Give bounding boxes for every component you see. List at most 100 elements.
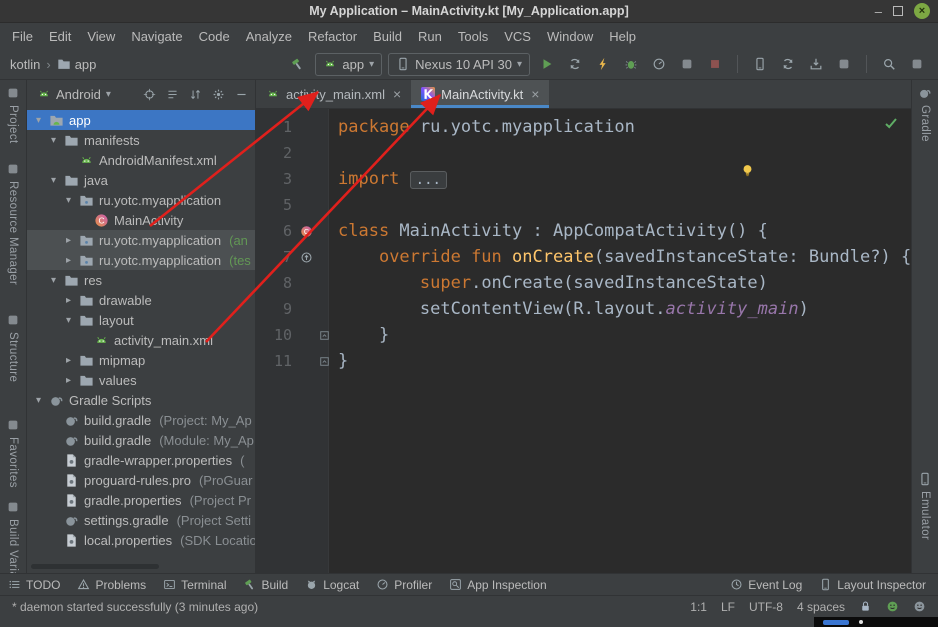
tree-item-mainactivity[interactable]: CMainActivity: [27, 210, 255, 230]
menu-code[interactable]: Code: [191, 23, 238, 49]
stripe-structure[interactable]: Structure: [6, 313, 20, 382]
layout-validation-icon[interactable]: [833, 53, 855, 75]
chevron-down-icon[interactable]: ▾: [63, 315, 74, 326]
code-editor[interactable]: 1package ru.yotc.myapplication23import .…: [256, 109, 911, 573]
tool-window-button-app-inspection[interactable]: App Inspection: [449, 578, 546, 592]
tree-item-ru-yotc-myapplication[interactable]: ▾ru.yotc.myapplication: [27, 190, 255, 210]
breadcrumb-item-kotlin[interactable]: kotlin: [10, 57, 40, 72]
chevron-right-icon[interactable]: ▸: [63, 255, 74, 266]
tool-window-button-logcat[interactable]: Logcat: [305, 578, 359, 592]
chevron-right-icon[interactable]: ▸: [63, 355, 74, 366]
folded-imports-region[interactable]: ...: [410, 171, 447, 189]
settings-gear-icon[interactable]: [210, 86, 226, 102]
code-line-8[interactable]: 8 super.onCreate(savedInstanceState): [256, 270, 911, 296]
code-line-6[interactable]: 6Cclass MainActivity : AppCompatActivity…: [256, 218, 911, 244]
stripe-emulator[interactable]: Emulator: [918, 472, 932, 540]
tool-window-button-todo[interactable]: TODO: [8, 578, 60, 592]
tree-item-manifests[interactable]: ▾manifests: [27, 130, 255, 150]
tool-window-button-layout-inspector[interactable]: Layout Inspector: [819, 578, 926, 592]
tool-window-button-build[interactable]: Build: [244, 578, 289, 592]
maximize-button[interactable]: [893, 6, 903, 16]
locate-file-icon[interactable]: [141, 86, 157, 102]
tool-window-button-terminal[interactable]: Terminal: [163, 578, 226, 592]
chevron-down-icon[interactable]: ▾: [48, 275, 59, 286]
code-line-7[interactable]: 7 override fun onCreate(savedInstanceSta…: [256, 244, 911, 270]
apply-changes-icon[interactable]: [564, 53, 586, 75]
tree-item-build-gradle[interactable]: build.gradle(Project: My_Ap: [27, 410, 255, 430]
tree-item-gradle-properties[interactable]: gradle.properties(Project Pr: [27, 490, 255, 510]
inspections-ok-icon[interactable]: [883, 115, 899, 131]
tool-window-button-profiler[interactable]: Profiler: [376, 578, 432, 592]
stripe-resource-manager[interactable]: Resource Manager: [6, 162, 20, 285]
tab-activity-main-xml[interactable]: activity_main.xml×: [256, 80, 411, 108]
tree-item-java[interactable]: ▾java: [27, 170, 255, 190]
apply-code-changes-icon[interactable]: [592, 53, 614, 75]
profiler-icon[interactable]: [648, 53, 670, 75]
run-config-select[interactable]: app▾: [315, 53, 382, 76]
collapse-all-icon[interactable]: [164, 86, 180, 102]
line-separator[interactable]: LF: [721, 600, 735, 614]
device-select[interactable]: Nexus 10 API 30▾: [388, 53, 530, 76]
tree-item-local-properties[interactable]: local.properties(SDK Locatio: [27, 530, 255, 550]
code-line-10[interactable]: 10 }: [256, 322, 911, 348]
chevron-down-icon[interactable]: ▾: [33, 395, 44, 406]
gradle-sync-icon[interactable]: [777, 53, 799, 75]
search-everywhere-icon[interactable]: [878, 53, 900, 75]
stop-icon[interactable]: [704, 53, 726, 75]
close-tab-icon[interactable]: ×: [393, 87, 401, 101]
run-icon[interactable]: [536, 53, 558, 75]
tree-item-app[interactable]: ▾app: [27, 110, 255, 130]
tree-item-res[interactable]: ▾res: [27, 270, 255, 290]
notifications-icon[interactable]: [906, 53, 928, 75]
tree-item-activity-main-xml[interactable]: activity_main.xml: [27, 330, 255, 350]
menu-build[interactable]: Build: [365, 23, 410, 49]
menu-vcs[interactable]: VCS: [496, 23, 539, 49]
chevron-down-icon[interactable]: ▾: [48, 135, 59, 146]
stripe-project[interactable]: Project: [6, 86, 20, 144]
chevron-down-icon[interactable]: ▾: [48, 175, 59, 186]
menu-run[interactable]: Run: [410, 23, 450, 49]
gray-smiley-icon[interactable]: [913, 600, 926, 613]
hide-panel-icon[interactable]: [233, 86, 249, 102]
code-line-2[interactable]: 2: [256, 140, 911, 166]
tree-item-build-gradle[interactable]: build.gradle(Module: My_Ap: [27, 430, 255, 450]
caret-position[interactable]: 1:1: [690, 600, 707, 614]
override-gutter-icon[interactable]: [300, 251, 313, 264]
class-gutter-icon[interactable]: C: [300, 225, 313, 238]
sort-icon[interactable]: [187, 86, 203, 102]
tree-item-ru-yotc-myapplication[interactable]: ▸ru.yotc.myapplication(an: [27, 230, 255, 250]
attach-debugger-icon[interactable]: [676, 53, 698, 75]
project-view-selector[interactable]: Android ▾: [33, 85, 115, 104]
chevron-right-icon[interactable]: ▸: [63, 235, 74, 246]
project-horizontal-scrollbar[interactable]: [31, 564, 159, 569]
tree-item-settings-gradle[interactable]: settings.gradle(Project Setti: [27, 510, 255, 530]
stripe-gradle[interactable]: Gradle: [918, 86, 932, 142]
stripe-favorites[interactable]: Favorites: [6, 418, 20, 488]
minimize-button[interactable]: –: [875, 5, 882, 18]
close-button[interactable]: ×: [914, 3, 930, 19]
debug-icon[interactable]: [620, 53, 642, 75]
close-tab-icon[interactable]: ×: [531, 87, 539, 101]
tree-item-drawable[interactable]: ▸drawable: [27, 290, 255, 310]
tree-item-gradle-wrapper-properties[interactable]: gradle-wrapper.properties(: [27, 450, 255, 470]
build-hammer-icon[interactable]: [287, 53, 309, 75]
tree-item-ru-yotc-myapplication[interactable]: ▸ru.yotc.myapplication(tes: [27, 250, 255, 270]
menu-window[interactable]: Window: [539, 23, 601, 49]
tree-item-androidmanifest-xml[interactable]: AndroidManifest.xml: [27, 150, 255, 170]
chevron-right-icon[interactable]: ▸: [63, 295, 74, 306]
menu-file[interactable]: File: [4, 23, 41, 49]
tool-window-button-event-log[interactable]: Event Log: [730, 578, 802, 592]
tree-item-mipmap[interactable]: ▸mipmap: [27, 350, 255, 370]
code-line-9[interactable]: 9 setContentView(R.layout.activity_main): [256, 296, 911, 322]
fold-marker-icon[interactable]: [319, 356, 330, 367]
lock-icon[interactable]: [859, 600, 872, 613]
indent-style[interactable]: 4 spaces: [797, 600, 845, 614]
tool-window-button-problems[interactable]: Problems: [77, 578, 146, 592]
fold-marker-icon[interactable]: [319, 330, 330, 341]
tree-item-values[interactable]: ▸values: [27, 370, 255, 390]
sdk-manager-icon[interactable]: [805, 53, 827, 75]
menu-help[interactable]: Help: [601, 23, 644, 49]
tree-item-proguard-rules-pro[interactable]: proguard-rules.pro(ProGuar: [27, 470, 255, 490]
menu-refactor[interactable]: Refactor: [300, 23, 365, 49]
code-line-3[interactable]: 3import ...: [256, 166, 911, 192]
